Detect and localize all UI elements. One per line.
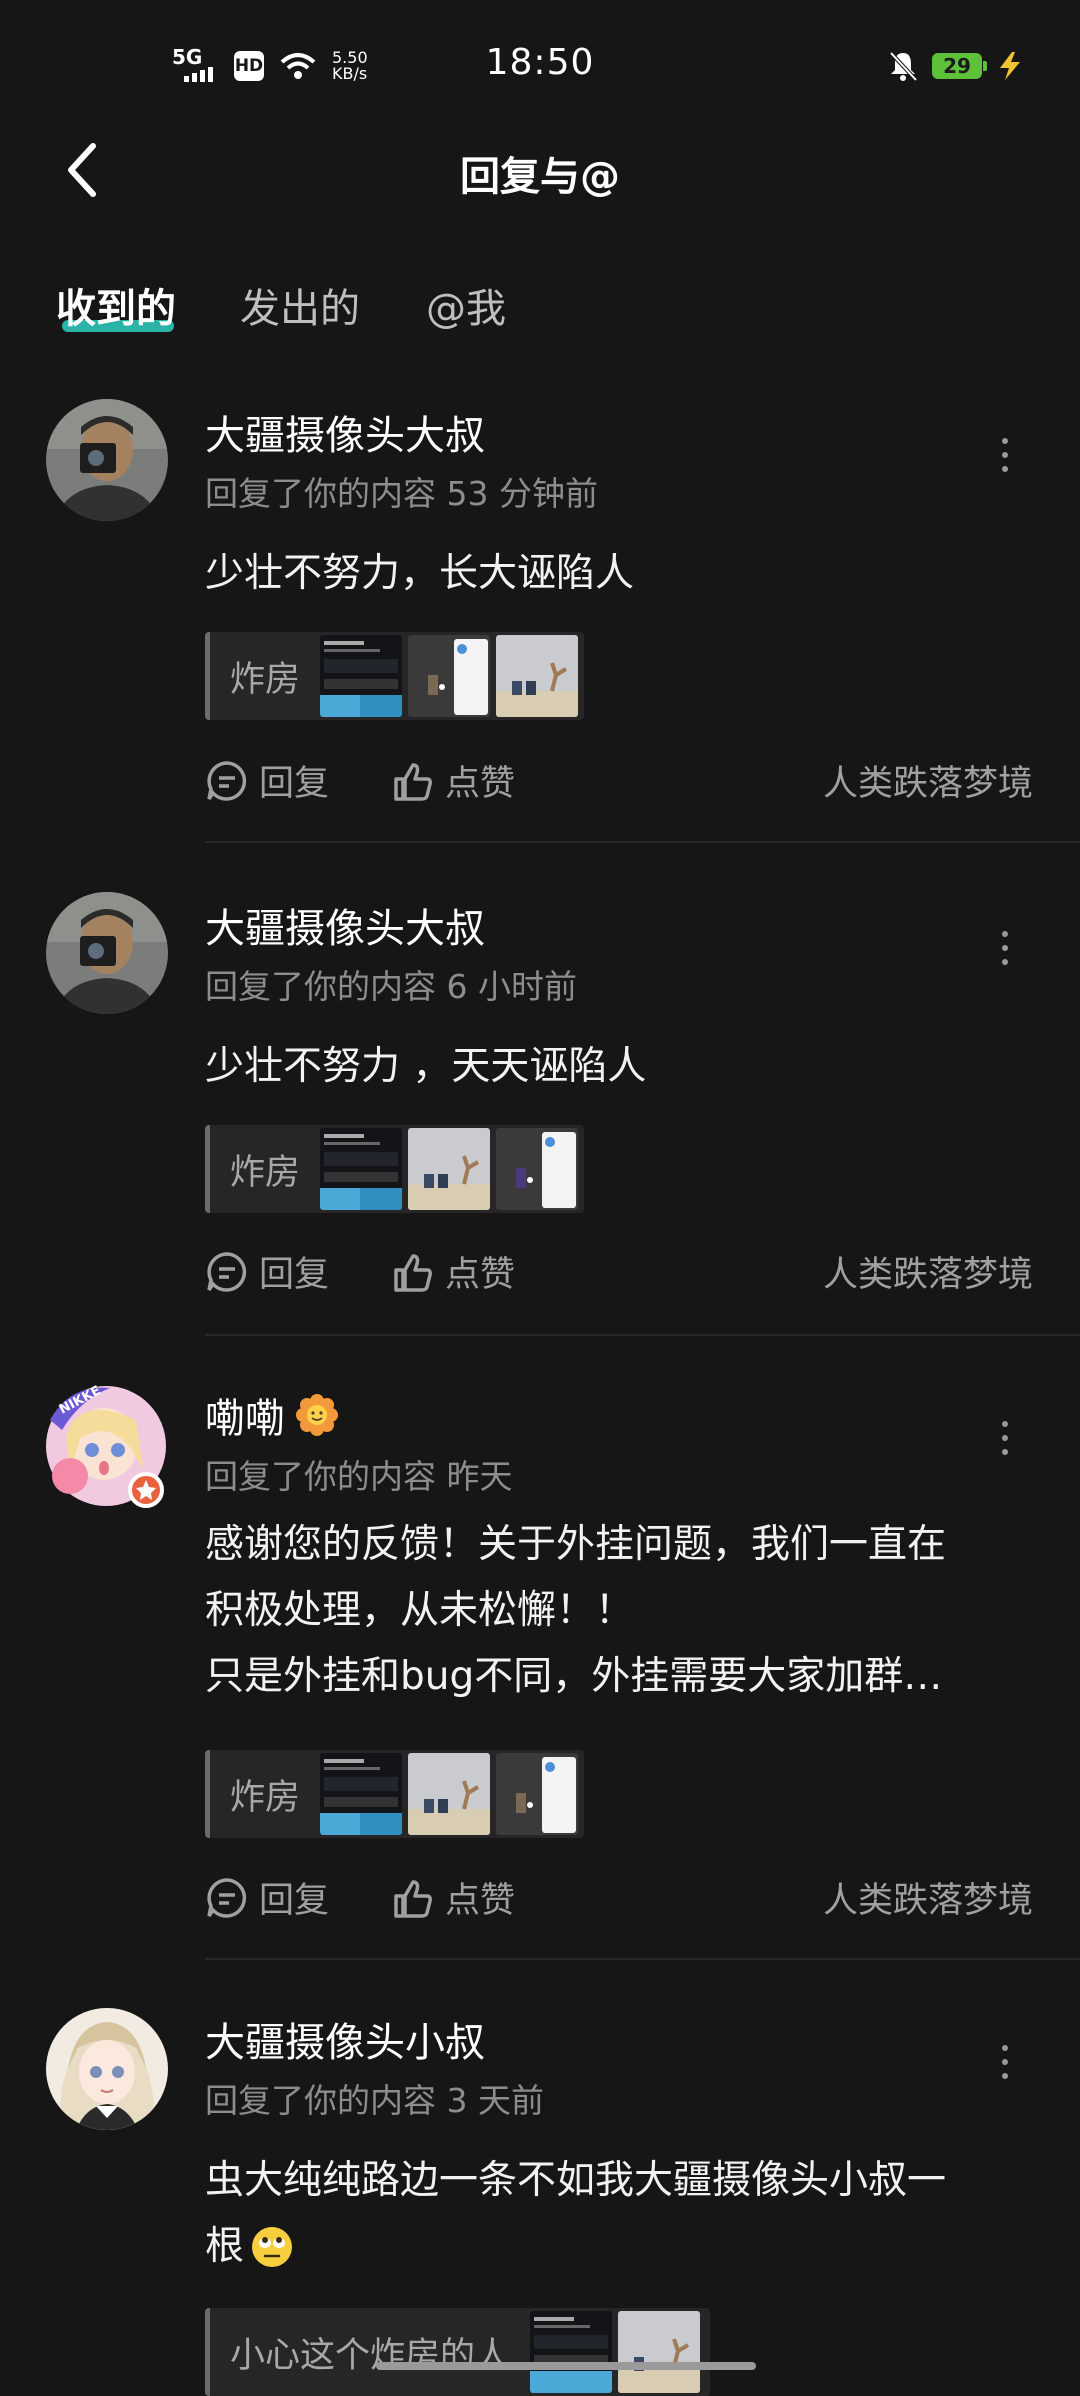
like-button[interactable]: 点赞 [391, 1872, 515, 1923]
comment-text: 少壮不努力 ，天天诬陷人 [205, 1044, 647, 1089]
tab-sent[interactable]: 发出的 [240, 276, 360, 334]
comment-text: 虫大纯纯路边一条不如我大疆摄像头小叔一 根 [205, 2158, 947, 2269]
reply-icon [207, 1251, 247, 1292]
reply-meta: 回复了你的内容 6 小时前 [205, 967, 577, 1006]
tab-mentions[interactable]: @我 [426, 276, 506, 334]
like-icon [394, 1253, 432, 1292]
reply-meta: 回复了你的内容 53 分钟前 [205, 474, 598, 513]
action-bar: 回复 点赞 人类跌落梦境 [205, 1872, 1033, 1922]
post-thumbnail [496, 1128, 579, 1210]
tab-received[interactable]: 收到的 [56, 276, 176, 334]
action-bar: 回复 点赞 人类跌落梦境 [205, 755, 1033, 805]
avatar[interactable] [46, 2008, 168, 2130]
bell-mute-icon [889, 51, 918, 82]
charging-icon [1000, 52, 1020, 80]
more-button[interactable] [990, 435, 1020, 475]
avatar[interactable]: NIKKE [40, 1380, 172, 1512]
reply-icon [207, 760, 247, 801]
user-name[interactable]: 大疆摄像头大叔 [205, 403, 485, 461]
source-label[interactable]: 人类跌落梦境 [823, 755, 1033, 806]
post-thumbnail [408, 1128, 491, 1210]
referenced-post[interactable]: 炸房 [205, 1125, 585, 1213]
reply-button[interactable]: 回复 [205, 1872, 329, 1923]
like-icon [394, 1879, 432, 1918]
referenced-post-title: 炸房 [230, 659, 301, 700]
more-button[interactable] [990, 928, 1020, 968]
avatar[interactable] [46, 892, 168, 1014]
battery-indicator: 29 [932, 53, 987, 79]
status-bar: 5G HD 5.50 KB/s 18:50 29 [0, 0, 1080, 130]
post-thumbnail [618, 2311, 701, 2393]
more-button[interactable] [990, 1418, 1020, 1458]
post-thumbnail [408, 1753, 491, 1835]
post-thumbnail [496, 635, 579, 717]
page-title: 回复与@ [460, 154, 620, 200]
avatar[interactable] [46, 399, 168, 521]
top-nav: 回复与@ [0, 130, 1080, 210]
reply-button[interactable]: 回复 [205, 1246, 329, 1297]
post-thumbnail [320, 1753, 403, 1835]
more-icon [1002, 931, 1008, 937]
comment-text: 少壮不努力，长大诬陷人 [205, 551, 635, 596]
referenced-post-title: 炸房 [230, 1777, 301, 1818]
like-icon [394, 762, 432, 801]
post-thumbnail [530, 2311, 613, 2393]
post-thumbnail [320, 635, 403, 717]
referenced-post[interactable]: 小心这个炸房的人 [205, 2308, 710, 2396]
more-icon [1002, 438, 1008, 444]
reply-button[interactable]: 回复 [205, 755, 329, 806]
source-label[interactable]: 人类跌落梦境 [823, 1872, 1033, 1923]
post-thumbnail [408, 635, 491, 717]
referenced-post[interactable]: 炸房 [205, 632, 585, 720]
referenced-post-title: 炸房 [230, 1152, 301, 1193]
action-bar: 回复 点赞 人类跌落梦境 [205, 1246, 1033, 1296]
post-thumbnail [320, 1128, 403, 1210]
flower-emoji-icon [296, 1394, 338, 1436]
user-name[interactable]: 嘞嘞 [205, 1386, 339, 1444]
source-label[interactable]: 人类跌落梦境 [823, 1246, 1033, 1297]
user-name[interactable]: 大疆摄像头小叔 [205, 2010, 485, 2068]
like-button[interactable]: 点赞 [391, 755, 515, 806]
divider [205, 1334, 1080, 1336]
more-icon [1002, 1421, 1008, 1427]
divider [205, 841, 1080, 843]
like-button[interactable]: 点赞 [391, 1246, 515, 1297]
divider [205, 1958, 1080, 1960]
post-thumbnail [496, 1753, 579, 1835]
more-button[interactable] [990, 2042, 1020, 2082]
user-name[interactable]: 大疆摄像头大叔 [205, 896, 485, 954]
more-icon [1002, 2045, 1008, 2051]
comment-text: 感谢您的反馈！关于外挂问题，我们一直在 积极处理，从未松懈！！ 只是外挂和bug… [205, 1522, 947, 1699]
reply-meta: 回复了你的内容 昨天 [205, 1457, 513, 1496]
tab-bar: 收到的 发出的 @我 [0, 270, 1080, 340]
reply-meta: 回复了你的内容 3 天前 [205, 2081, 544, 2120]
reply-icon [207, 1877, 247, 1918]
home-indicator[interactable] [376, 2362, 756, 2370]
eye-roll-emoji-icon [252, 2227, 293, 2267]
referenced-post[interactable]: 炸房 [205, 1750, 585, 1838]
